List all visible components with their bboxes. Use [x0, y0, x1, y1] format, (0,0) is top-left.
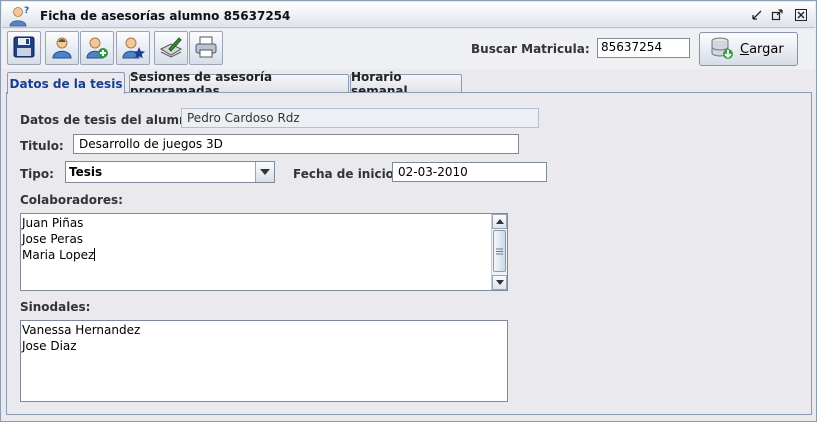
- tab-sesiones-asesoria[interactable]: Sesiones de asesoría programadas: [129, 70, 349, 98]
- tipo-label: Tipo:: [20, 167, 54, 181]
- cargar-label-rest: argar: [749, 41, 784, 57]
- title-bar[interactable]: ? Ficha de asesorías alumno 85637254: [2, 2, 815, 28]
- maximize-icon[interactable]: [770, 8, 784, 22]
- sinodal-line: Jose Diaz: [22, 339, 77, 353]
- buscar-matricula-label: Buscar Matricula:: [471, 42, 590, 56]
- alumno-label: Datos de tesis del alumno:: [20, 113, 201, 127]
- tab-datos-tesis[interactable]: Datos de la tesis: [7, 72, 125, 94]
- user-add-icon: [85, 35, 109, 62]
- advisor-star-button[interactable]: [116, 31, 150, 65]
- chevron-down-icon[interactable]: [255, 162, 274, 182]
- colaboradores-label: Colaboradores:: [20, 193, 123, 207]
- matricula-input[interactable]: 85637254: [597, 38, 690, 58]
- titulo-label: Titulo:: [20, 139, 64, 153]
- add-advisor-button[interactable]: [80, 31, 114, 65]
- fecha-inicio-label: Fecha de inicio:: [293, 167, 399, 181]
- window-title: Ficha de asesorías alumno 85637254: [40, 9, 291, 23]
- alumno-field: Pedro Cardoso Rdz: [181, 108, 539, 128]
- minimize-icon[interactable]: [750, 8, 764, 22]
- save-icon: [12, 35, 36, 62]
- close-icon[interactable]: [794, 8, 808, 22]
- text-caret: [94, 248, 96, 261]
- cargar-mnemonic: C: [740, 41, 750, 57]
- edit-document-icon: [159, 35, 183, 62]
- student-button[interactable]: [45, 31, 79, 65]
- colaborador-line: Jose Peras: [22, 232, 84, 246]
- cargar-button[interactable]: Cargar: [699, 32, 798, 66]
- svg-text:?: ?: [24, 6, 29, 16]
- app-window: ? Ficha de asesorías alumno 85637254 Bus…: [0, 0, 817, 422]
- user-icon: [50, 35, 74, 62]
- user-help-icon: ?: [8, 5, 32, 27]
- colaboradores-textarea[interactable]: Juan Piñas Jose Peras Maria Lopez: [20, 213, 508, 291]
- sinodal-line: Vanessa Hernandez: [22, 323, 141, 337]
- datos-tesis-panel: Datos de tesis del alumno: Pedro Cardoso…: [6, 92, 812, 415]
- user-star-icon: [121, 35, 145, 62]
- print-button[interactable]: [189, 31, 223, 65]
- save-button[interactable]: [7, 31, 41, 65]
- scroll-down-icon[interactable]: [492, 275, 507, 290]
- colaborador-line: Maria Lopez: [22, 248, 96, 262]
- cargar-label: Cargar: [740, 42, 784, 57]
- edit-button[interactable]: [154, 31, 188, 65]
- sinodales-label: Sinodales:: [20, 300, 91, 314]
- print-icon: [194, 35, 218, 62]
- tab-horario-semanal[interactable]: Horario semanal: [350, 70, 462, 98]
- tipo-select[interactable]: Tesis: [65, 161, 275, 183]
- scroll-thumb[interactable]: [493, 230, 506, 272]
- scroll-up-icon[interactable]: [492, 214, 507, 229]
- titulo-field[interactable]: Desarrollo de juegos 3D: [73, 134, 519, 154]
- tipo-selected-value: Tesis: [69, 165, 103, 179]
- database-load-icon: [710, 36, 734, 63]
- colaborador-line: Juan Piñas: [22, 216, 84, 230]
- fecha-inicio-field[interactable]: 02-03-2010: [392, 162, 547, 182]
- toolbar: Buscar Matricula: 85637254 Cargar: [2, 29, 815, 69]
- sinodales-textarea[interactable]: Vanessa Hernandez Jose Diaz: [20, 320, 508, 402]
- colaboradores-scrollbar[interactable]: [491, 214, 507, 290]
